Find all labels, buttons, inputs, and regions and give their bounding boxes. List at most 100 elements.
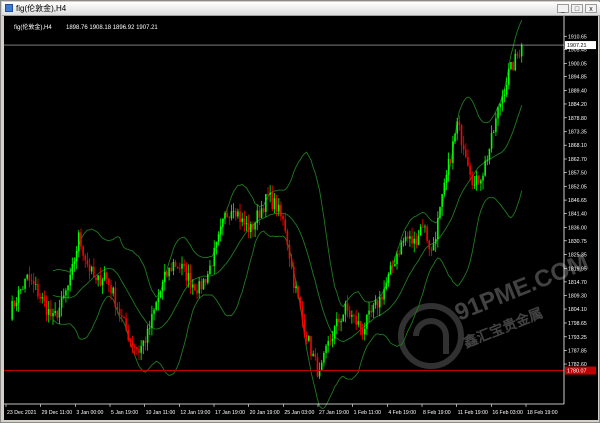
candle-body bbox=[518, 55, 521, 57]
candle-body bbox=[155, 302, 157, 310]
candle-body bbox=[424, 226, 426, 228]
candle-body bbox=[213, 247, 216, 267]
candle-body bbox=[116, 307, 119, 309]
candle-body bbox=[258, 210, 261, 218]
candle-body bbox=[284, 219, 286, 231]
candle-body bbox=[52, 313, 54, 317]
candle-body bbox=[56, 310, 59, 318]
minimize-button[interactable]: _ bbox=[557, 4, 569, 13]
candle-body bbox=[202, 279, 205, 290]
candle-body bbox=[204, 279, 207, 283]
candle-body bbox=[26, 274, 28, 279]
candle-body bbox=[467, 157, 469, 166]
candle-body bbox=[314, 353, 317, 358]
candle-body bbox=[19, 289, 22, 291]
price-tick-label: 1894.85 bbox=[568, 75, 587, 81]
close-button[interactable]: x bbox=[585, 4, 597, 13]
candle-body bbox=[480, 180, 482, 184]
price-tick-label: 1878.80 bbox=[568, 116, 587, 122]
candle-body bbox=[99, 275, 102, 286]
candle-body bbox=[520, 45, 523, 57]
time-tick-label: 20 Jan 19:00 bbox=[250, 410, 280, 416]
maximize-button[interactable]: □ bbox=[571, 4, 583, 13]
candle-body bbox=[501, 96, 504, 104]
bollinger-upper-band bbox=[52, 19, 523, 308]
time-axis[interactable]: 23 Dec 2021 29 Dec 11:00 3 Jan 00:00 5 Jan … bbox=[4, 403, 564, 416]
candle-body bbox=[24, 278, 26, 289]
candle-body bbox=[323, 352, 325, 363]
candle-body bbox=[241, 218, 243, 222]
window-titlebar[interactable]: fig(伦敦金),H4 _ □ x bbox=[2, 2, 600, 16]
candle-body bbox=[452, 141, 454, 163]
candle-body bbox=[234, 210, 237, 217]
candle-body bbox=[41, 297, 44, 299]
candle-body bbox=[301, 306, 304, 320]
time-tick-label: 27 Jan 19:00 bbox=[319, 410, 349, 416]
candle-body bbox=[232, 210, 235, 212]
candle-body bbox=[325, 345, 327, 353]
candle-body bbox=[271, 192, 274, 210]
candle-body bbox=[516, 53, 519, 56]
price-tick-label: 1793.25 bbox=[568, 335, 587, 341]
candle-body bbox=[157, 297, 160, 303]
candle-body bbox=[398, 253, 400, 255]
candle-body bbox=[110, 284, 112, 294]
candle-body bbox=[383, 288, 385, 300]
candle-body bbox=[295, 286, 297, 288]
time-tick-label: 16 Feb 03:00 bbox=[492, 410, 523, 416]
candle-body bbox=[247, 223, 250, 233]
candle-body bbox=[342, 314, 345, 322]
candle-body bbox=[224, 213, 226, 219]
candle-body bbox=[86, 259, 89, 265]
candle-body bbox=[108, 278, 110, 285]
price-tick-label: 1900.05 bbox=[568, 61, 587, 67]
candle-body bbox=[191, 284, 194, 288]
price-tick-label: 1862.70 bbox=[568, 157, 587, 163]
price-tick-label: 1804.10 bbox=[568, 307, 587, 313]
candle-body bbox=[219, 226, 222, 235]
candle-body bbox=[320, 362, 323, 370]
candle-body bbox=[389, 265, 392, 275]
price-chart[interactable]: 91PME.COM 鑫汇宝贵金属 1907.21 1780.07 1910.65 19… bbox=[4, 16, 598, 420]
candle-body bbox=[45, 301, 48, 315]
candle-body bbox=[316, 357, 319, 377]
candle-body bbox=[428, 240, 431, 250]
candle-body bbox=[381, 296, 383, 300]
candle-body bbox=[404, 236, 407, 242]
candle-body bbox=[123, 316, 125, 319]
candle-body bbox=[417, 235, 420, 245]
candle-body bbox=[346, 303, 349, 311]
chart-canvas[interactable]: 91PME.COM鑫汇宝贵金属 1907.211780.07 1910.6519… bbox=[4, 16, 598, 420]
candle-body bbox=[288, 245, 291, 259]
price-axis[interactable]: 1910.65 1905.45 1900.05 1894.85 1889.40 1884.… bbox=[563, 16, 587, 404]
price-tick-label: 1889.40 bbox=[568, 89, 587, 95]
candle-body bbox=[503, 94, 506, 97]
candle-body bbox=[82, 246, 84, 256]
candle-body bbox=[370, 310, 372, 313]
price-tick-label: 1825.35 bbox=[568, 253, 587, 259]
candle-body bbox=[290, 258, 293, 267]
candle-body bbox=[88, 264, 91, 272]
candle-body bbox=[185, 265, 188, 281]
candle-body bbox=[495, 118, 497, 132]
candle-body bbox=[250, 224, 252, 233]
candle-body bbox=[387, 274, 390, 283]
time-tick-label: 17 Jan 19:00 bbox=[215, 410, 245, 416]
candle-body bbox=[73, 261, 76, 264]
candle-body bbox=[391, 265, 394, 267]
candle-body bbox=[129, 340, 132, 342]
candle-body bbox=[32, 280, 35, 285]
candle-body bbox=[262, 208, 265, 212]
candle-body bbox=[187, 273, 190, 281]
candle-body bbox=[385, 282, 388, 289]
candle-body bbox=[243, 218, 246, 225]
candle-body bbox=[486, 159, 489, 161]
candle-body bbox=[415, 238, 418, 245]
candle-body bbox=[432, 243, 435, 251]
price-tick-label: 1830.75 bbox=[568, 239, 587, 245]
candle-body bbox=[488, 148, 491, 160]
candle-body bbox=[514, 53, 517, 71]
candle-body bbox=[394, 264, 396, 267]
candle-body bbox=[312, 353, 314, 356]
candle-body bbox=[161, 282, 164, 292]
